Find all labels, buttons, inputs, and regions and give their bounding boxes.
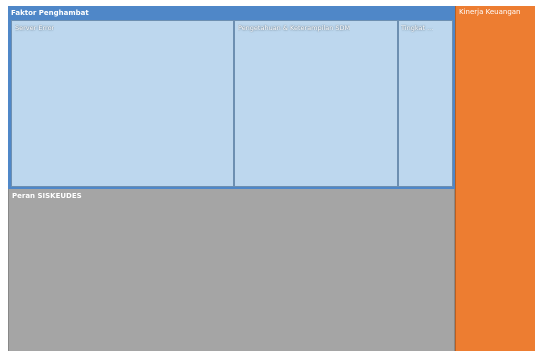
- leaf-server-error: Server Error: [11, 20, 234, 187]
- group-peran-siskeudes: Peran SISKEUDES: [8, 189, 455, 351]
- group-kinerja-keuangan: Kinerja Keuangan: [455, 6, 535, 351]
- leaf-tingkat: Tingkat ...: [398, 20, 453, 187]
- group-label-kinerja-keuangan: Kinerja Keuangan: [459, 8, 521, 16]
- group-label-faktor-penghambat: Faktor Penghambat: [11, 9, 89, 17]
- leaf-label-server-error: Server Error: [15, 24, 55, 32]
- treemap-chart: Faktor Penghambat Server Error Pengetahu…: [8, 6, 535, 351]
- leaf-pengetahuan-keterampilan-sdm: Pengetahuan & Keterampilan SDM: [234, 20, 398, 187]
- leaf-label-tingkat: Tingkat ...: [401, 24, 434, 32]
- group-faktor-penghambat: Faktor Penghambat Server Error Pengetahu…: [8, 6, 455, 189]
- group-label-peran-siskeudes: Peran SISKEUDES: [12, 192, 82, 200]
- leaf-label-pengetahuan-keterampilan-sdm: Pengetahuan & Keterampilan SDM: [238, 24, 351, 32]
